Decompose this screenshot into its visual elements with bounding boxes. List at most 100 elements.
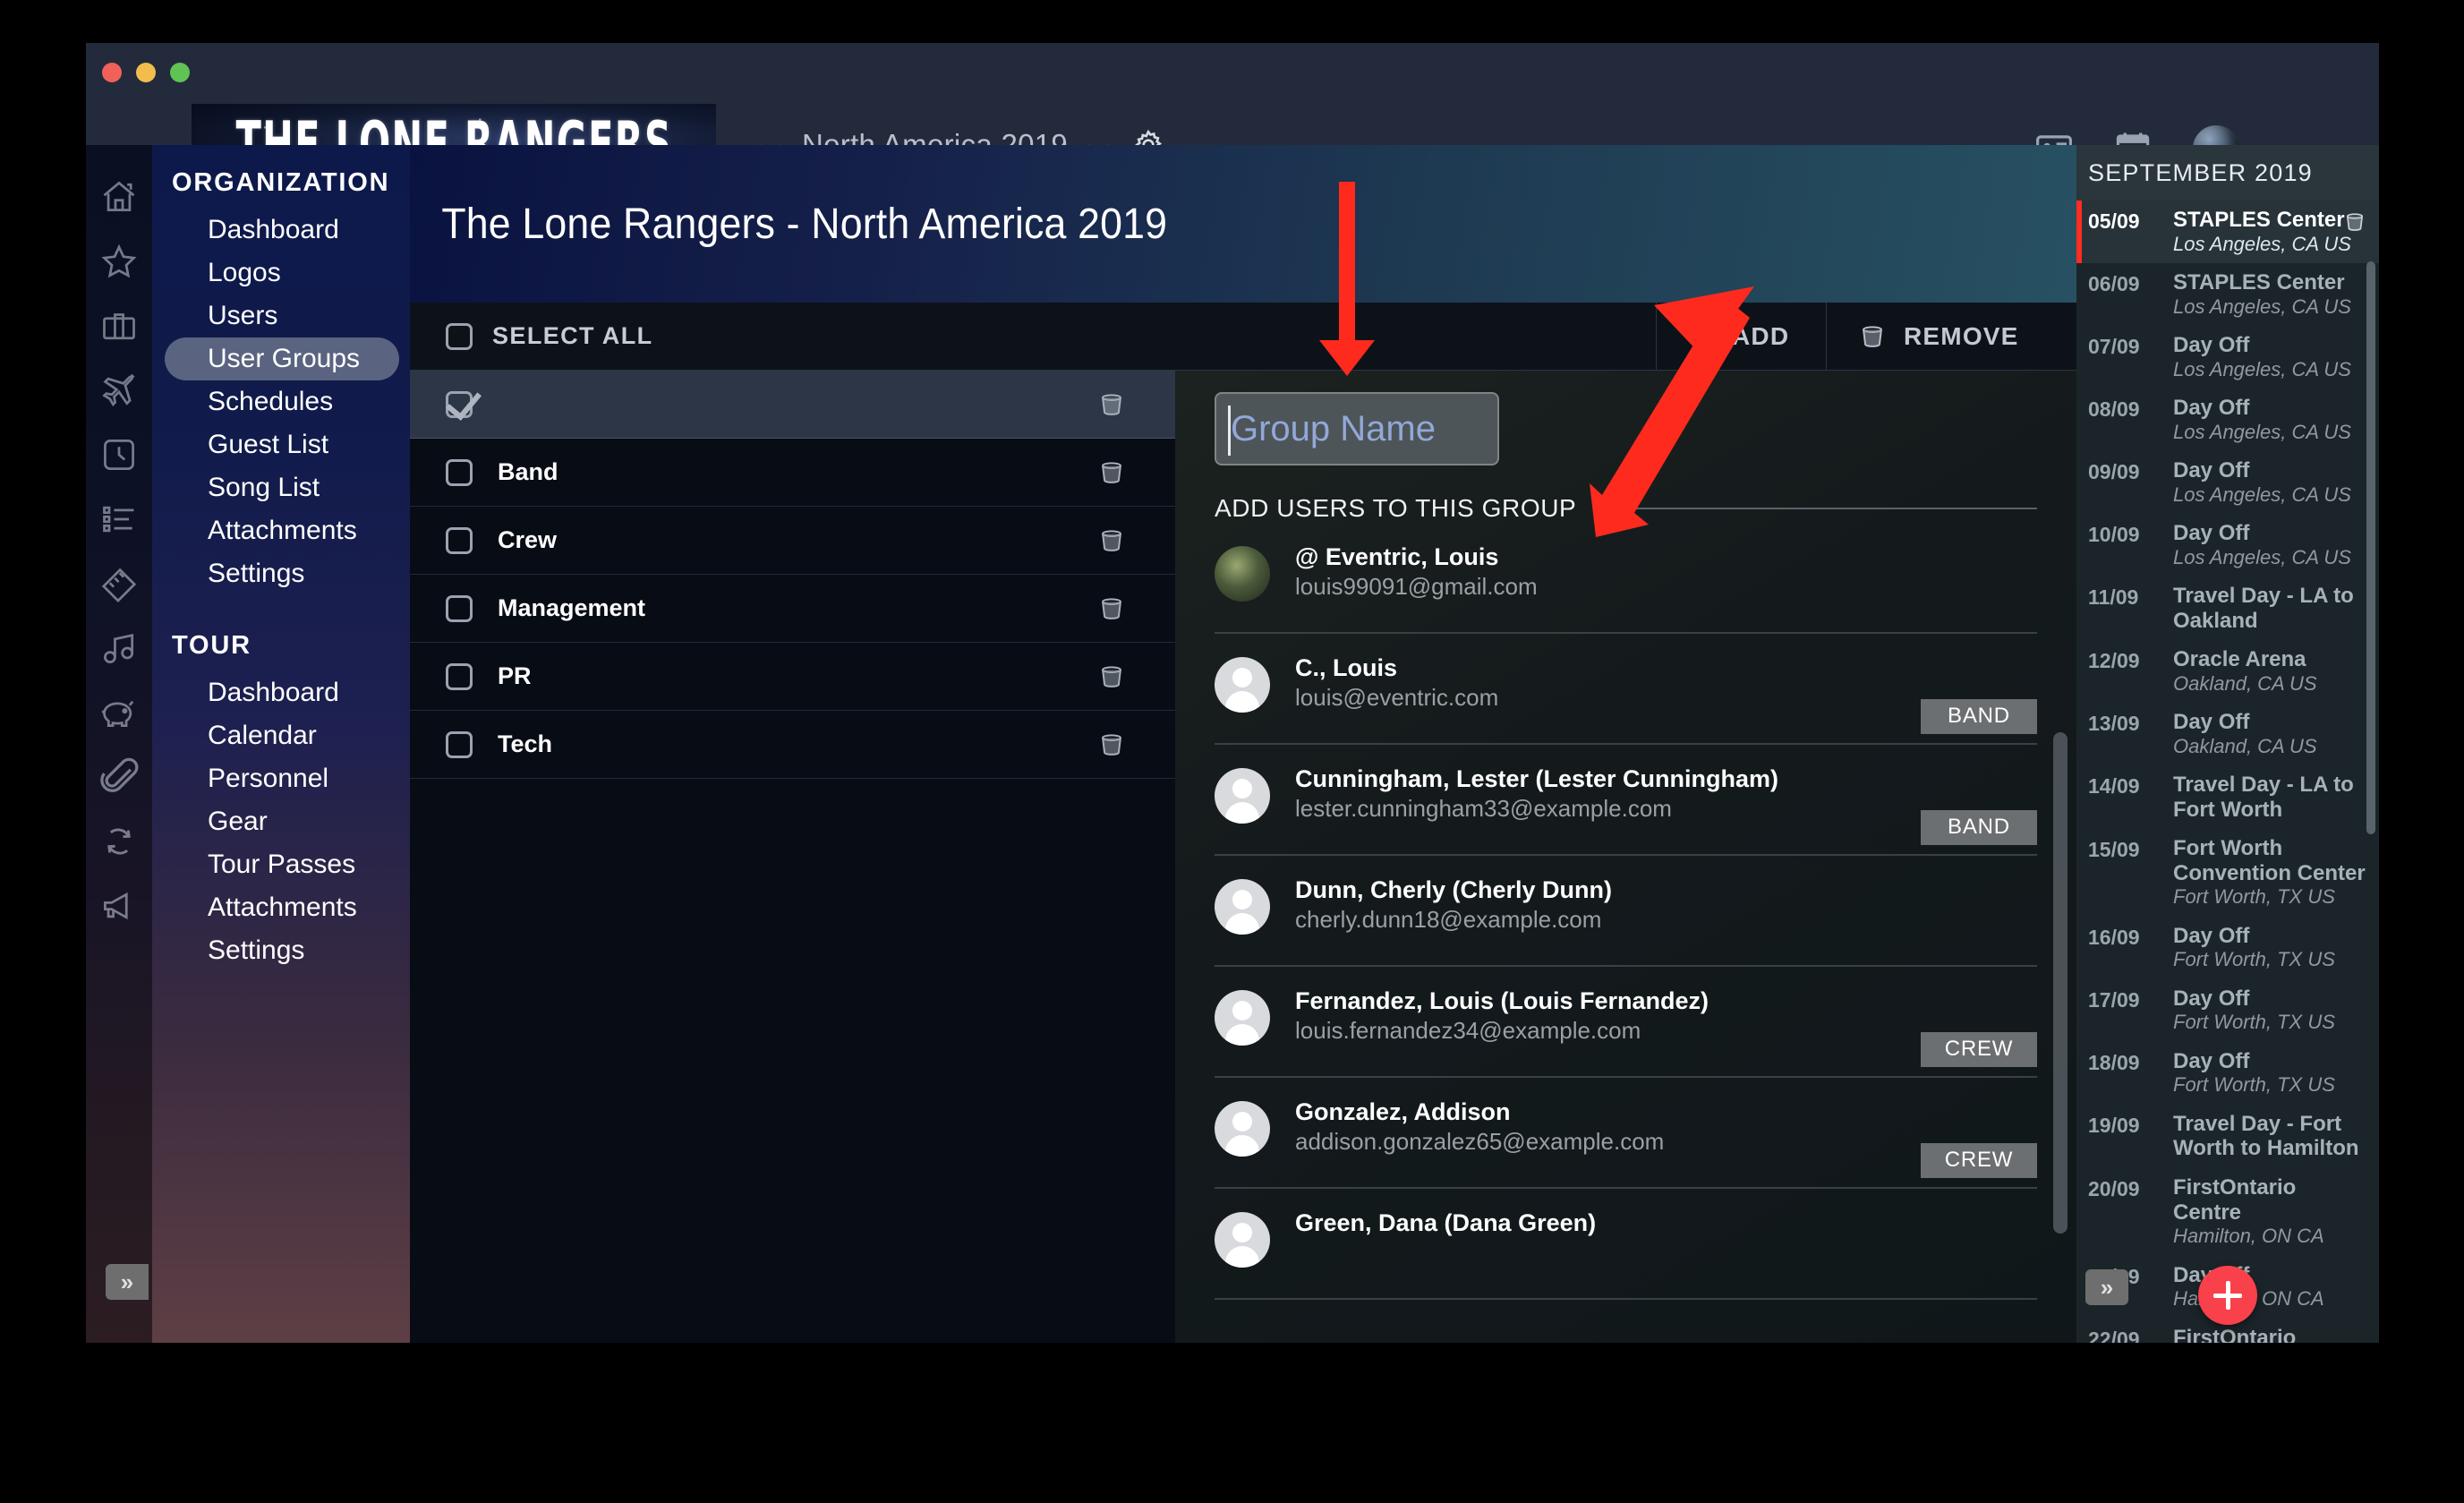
table-row[interactable]: PR	[410, 643, 1175, 711]
sidebar-item-user-groups[interactable]: User Groups	[165, 337, 399, 380]
sidebar-item-tour-attachments[interactable]: Attachments	[165, 886, 399, 929]
schedule-row[interactable]: 07/09 Day Off Los Angeles, CA US	[2076, 326, 2379, 389]
star-icon[interactable]	[99, 242, 139, 281]
schedule-row[interactable]: 20/09 FirstOntario Centre Hamilton, ON C…	[2076, 1168, 2379, 1256]
schedule-row[interactable]: 13/09 Day Off Oakland, CA US	[2076, 703, 2379, 765]
paperclip-icon[interactable]	[99, 757, 139, 797]
add-event-button[interactable]	[2198, 1266, 2257, 1325]
schedule-row[interactable]: 15/09 Fort Worth Convention Center Fort …	[2076, 829, 2379, 917]
delete-group-icon[interactable]	[1096, 662, 1127, 692]
schedule-row[interactable]: 10/09 Day Off Los Angeles, CA US	[2076, 514, 2379, 576]
sidebar-item-users[interactable]: Users	[165, 295, 399, 337]
list-item[interactable]: C., Louis louis@eventric.com BAND	[1215, 634, 2037, 745]
sidebar-item-attachments[interactable]: Attachments	[165, 509, 399, 552]
schedule-venue: FirstOntario Centre	[2173, 1174, 2297, 1225]
list-item[interactable]: Fernandez, Louis (Louis Fernandez) louis…	[1215, 967, 2037, 1078]
schedule-row[interactable]: 17/09 Day Off Fort Worth, TX US	[2076, 979, 2379, 1042]
schedule-row[interactable]: 18/09 Day Off Fort Worth, TX US	[2076, 1042, 2379, 1105]
sidebar-item-tour-settings[interactable]: Settings	[165, 929, 399, 972]
schedule-venue: Day Off	[2173, 986, 2250, 1011]
schedule-row[interactable]: 08/09 Day Off Los Angeles, CA US	[2076, 389, 2379, 451]
schedule-date: 15/09	[2088, 838, 2140, 862]
sidebar-item-logos[interactable]: Logos	[165, 252, 399, 295]
user-email: louis.fernandez34@example.com	[1295, 1016, 1641, 1044]
status-badge: CREW	[1921, 1032, 2037, 1067]
group-row-checkbox[interactable]	[446, 662, 473, 690]
piggy-bank-icon[interactable]	[99, 693, 139, 732]
group-row-checkbox[interactable]	[446, 526, 473, 554]
minimize-window-button[interactable]	[136, 63, 156, 82]
schedule-date: 12/09	[2088, 649, 2140, 673]
select-all-control[interactable]: SELECT ALL	[410, 322, 1656, 350]
schedule-city: Fort Worth, TX US	[2173, 1011, 2335, 1034]
list-item[interactable]: Cunningham, Lester (Lester Cunningham) l…	[1215, 745, 2037, 856]
sidebar-item-guest-list[interactable]: Guest List	[165, 423, 399, 466]
sidebar-item-dashboard[interactable]: Dashboard	[165, 209, 399, 252]
group-name-input[interactable]: Group Name	[1215, 392, 1499, 465]
select-all-checkbox[interactable]	[446, 322, 473, 350]
megaphone-icon[interactable]	[99, 886, 139, 926]
sidebar-item-personnel[interactable]: Personnel	[165, 757, 399, 800]
table-row[interactable]: Management	[410, 575, 1175, 643]
avatar	[1215, 1101, 1270, 1157]
list-item[interactable]: Dunn, Cherly (Cherly Dunn) cherly.dunn18…	[1215, 856, 2037, 967]
table-row[interactable]: Band	[410, 439, 1175, 507]
schedule-date: 16/09	[2088, 925, 2140, 949]
table-row[interactable]: Tech	[410, 711, 1175, 779]
icon-rail: »	[86, 145, 152, 1343]
table-row[interactable]: Crew	[410, 507, 1175, 575]
delete-group-icon[interactable]	[1096, 594, 1127, 624]
close-window-button[interactable]	[102, 63, 122, 82]
sidebar-item-settings[interactable]: Settings	[165, 552, 399, 595]
schedule-row[interactable]: 11/09 Travel Day - LA to Oakland	[2076, 576, 2379, 640]
recycle-icon[interactable]	[99, 822, 139, 861]
sidebar-item-tour-passes[interactable]: Tour Passes	[165, 843, 399, 886]
briefcase-icon[interactable]	[99, 306, 139, 346]
sidebar-section-organization-title: ORGANIZATION	[172, 168, 390, 197]
delete-group-icon[interactable]	[1096, 457, 1127, 488]
schedule-row[interactable]: 19/09 Travel Day - Fort Worth to Hamilto…	[2076, 1105, 2379, 1168]
home-icon[interactable]	[99, 177, 139, 217]
delete-group-icon[interactable]	[1096, 389, 1127, 420]
group-row-checkbox[interactable]	[446, 594, 473, 622]
add-button[interactable]: ADD	[1656, 302, 1826, 371]
detail-scrollbar[interactable]	[2053, 732, 2068, 1234]
airplane-icon[interactable]	[99, 371, 139, 410]
sidebar-item-gear[interactable]: Gear	[165, 800, 399, 843]
group-row-checkbox[interactable]	[446, 458, 473, 486]
sidebar-item-song-list[interactable]: Song List	[165, 466, 399, 509]
expand-schedule-button[interactable]: »	[2085, 1269, 2128, 1305]
delete-group-icon[interactable]	[1096, 525, 1127, 556]
delete-group-icon[interactable]	[1096, 730, 1127, 760]
remove-button[interactable]: REMOVE	[1826, 302, 2076, 371]
ticket-icon[interactable]	[99, 564, 139, 603]
list-icon[interactable]	[99, 500, 139, 539]
schedule-scrollbar[interactable]	[2366, 261, 2375, 834]
group-row-checkbox[interactable]	[446, 730, 473, 758]
add-button-label: ADD	[1732, 321, 1790, 350]
schedule-row[interactable]: 12/09 Oracle Arena Oakland, CA US	[2076, 640, 2379, 703]
schedule-row[interactable]: 14/09 Travel Day - LA to Fort Worth	[2076, 765, 2379, 829]
sidebar-item-schedules[interactable]: Schedules	[165, 380, 399, 423]
music-note-icon[interactable]	[99, 628, 139, 668]
schedule-row[interactable]: 09/09 Day Off Los Angeles, CA US	[2076, 451, 2379, 514]
add-users-heading: ADD USERS TO THIS GROUP	[1215, 494, 1577, 522]
clock-icon[interactable]	[99, 435, 139, 474]
list-item[interactable]: Gonzalez, Addison addison.gonzalez65@exa…	[1215, 1078, 2037, 1189]
group-row-checkbox[interactable]	[446, 390, 473, 418]
schedule-row[interactable]: 06/09 STAPLES Center Los Angeles, CA US	[2076, 263, 2379, 326]
delete-event-icon[interactable]	[2342, 209, 2367, 235]
maximize-window-button[interactable]	[170, 63, 190, 82]
schedule-date: 07/09	[2088, 334, 2140, 358]
sidebar-item-tour-dashboard[interactable]: Dashboard	[165, 671, 399, 714]
table-row[interactable]	[410, 371, 1175, 439]
sidebar-item-calendar[interactable]: Calendar	[165, 714, 399, 757]
schedule-row[interactable]: 16/09 Day Off Fort Worth, TX US	[2076, 917, 2379, 979]
remove-button-label: REMOVE	[1904, 321, 2019, 350]
schedule-row[interactable]: 05/09 STAPLES Center Los Angeles, CA US	[2076, 201, 2379, 263]
schedule-venue: Travel Day - LA to Oakland	[2173, 583, 2354, 633]
expand-sidebar-button[interactable]: »	[106, 1264, 149, 1300]
list-item[interactable]: @ Eventric, Louis louis99091@gmail.com	[1215, 523, 2037, 634]
list-item[interactable]: Green, Dana (Dana Green)	[1215, 1189, 2037, 1300]
avatar	[1215, 879, 1270, 935]
